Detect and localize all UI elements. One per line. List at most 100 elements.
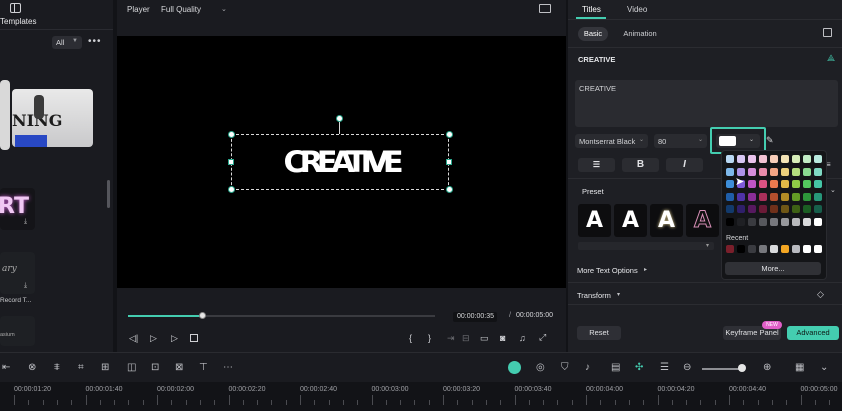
color-swatch[interactable] bbox=[803, 192, 811, 201]
resize-handle-tr[interactable] bbox=[446, 131, 453, 138]
ai-icon[interactable]: ⟁ bbox=[827, 53, 835, 64]
color-swatch[interactable] bbox=[781, 155, 789, 163]
trim-icon[interactable]: ⊞ bbox=[101, 363, 109, 373]
reset-button[interactable]: Reset bbox=[577, 326, 621, 340]
color-swatch[interactable] bbox=[770, 155, 778, 163]
link-icon[interactable]: ⊗ bbox=[28, 363, 36, 373]
color-swatch[interactable] bbox=[792, 217, 800, 226]
playhead-knob[interactable] bbox=[198, 312, 206, 319]
resize-handle-left[interactable] bbox=[228, 159, 234, 165]
mask-icon[interactable]: ⊠ bbox=[175, 363, 183, 373]
color-swatch[interactable] bbox=[748, 180, 756, 188]
more-colors-button[interactable]: More... bbox=[725, 262, 821, 275]
template-thumbnail[interactable]: RT ⤓ bbox=[0, 188, 35, 230]
color-swatch[interactable] bbox=[770, 205, 778, 213]
scrollbar[interactable] bbox=[107, 180, 110, 208]
color-swatch[interactable] bbox=[814, 155, 822, 163]
play-icon[interactable]: ▷ bbox=[171, 333, 178, 344]
display-icon[interactable]: ▭ bbox=[480, 333, 489, 344]
zoom-slider-knob[interactable] bbox=[738, 364, 746, 372]
color-swatch[interactable] bbox=[759, 167, 767, 176]
snap-icon[interactable]: ✣ bbox=[635, 363, 643, 373]
mark-in-icon[interactable]: { bbox=[409, 333, 412, 343]
italic-button[interactable]: I bbox=[666, 158, 703, 172]
color-swatch[interactable] bbox=[792, 205, 800, 213]
timeline-ruler[interactable]: 00:00:01:20 00:00:01:40 00:00:02:00 00:00:0… bbox=[0, 382, 842, 411]
color-swatch[interactable] bbox=[803, 155, 811, 163]
fullscreen-icon[interactable]: ⤢ bbox=[539, 332, 546, 343]
templates-icon[interactable] bbox=[10, 3, 21, 13]
color-swatch[interactable] bbox=[814, 192, 822, 201]
keyframe-diamond-icon[interactable]: ◇ bbox=[817, 289, 824, 300]
stop-icon[interactable] bbox=[190, 334, 198, 342]
resize-handle-tl[interactable] bbox=[228, 131, 235, 138]
recent-color-swatch[interactable] bbox=[748, 245, 756, 253]
preset-tile-pink[interactable]: A bbox=[686, 204, 719, 237]
camera-icon[interactable]: ◙ bbox=[500, 333, 505, 343]
render-icon[interactable]: ◎ bbox=[536, 363, 545, 373]
color-swatch[interactable] bbox=[726, 180, 734, 188]
speed-icon[interactable]: ⊡ bbox=[151, 363, 159, 373]
subtab-basic[interactable]: Basic bbox=[578, 27, 608, 41]
color-swatch[interactable] bbox=[759, 192, 767, 201]
prev-frame-icon[interactable]: ◁| bbox=[129, 333, 138, 344]
text-content-input[interactable]: CREATIVE bbox=[575, 80, 838, 127]
chevron-down-icon[interactable]: ⌄ bbox=[221, 5, 227, 13]
color-swatch[interactable] bbox=[803, 180, 811, 188]
resize-handle-right[interactable] bbox=[446, 159, 452, 165]
tab-video[interactable]: Video bbox=[627, 5, 647, 14]
chevron-down-icon[interactable]: ⌄ bbox=[830, 186, 836, 194]
color-swatch[interactable] bbox=[759, 205, 767, 213]
recent-color-swatch[interactable] bbox=[759, 245, 767, 253]
voiceover-icon[interactable]: ▤ bbox=[611, 363, 620, 373]
audio-icon[interactable]: ♫ bbox=[519, 333, 526, 343]
bold-button[interactable]: B bbox=[622, 158, 659, 172]
resize-handle-br[interactable] bbox=[446, 186, 453, 193]
adjust-icon[interactable]: ⩨ bbox=[54, 363, 60, 373]
color-swatch[interactable] bbox=[770, 180, 778, 188]
color-swatch[interactable] bbox=[792, 192, 800, 201]
preset-scroll[interactable] bbox=[578, 242, 714, 250]
marker-icon[interactable]: ⊟ bbox=[462, 333, 470, 344]
zoom-out-icon[interactable]: ⊖ bbox=[683, 363, 691, 373]
color-swatch[interactable] bbox=[748, 167, 756, 176]
split-icon[interactable]: ⇤ bbox=[2, 363, 10, 373]
subtab-animation[interactable]: Animation bbox=[618, 27, 662, 41]
color-swatch[interactable] bbox=[781, 167, 789, 176]
color-swatch[interactable] bbox=[726, 167, 734, 176]
color-swatch[interactable] bbox=[814, 180, 822, 188]
resize-handle-bl[interactable] bbox=[228, 186, 235, 193]
advanced-button[interactable]: Advanced bbox=[787, 326, 839, 340]
color-swatch[interactable] bbox=[803, 205, 811, 213]
color-swatch[interactable] bbox=[748, 192, 756, 201]
preset-tile-outline[interactable]: A bbox=[614, 204, 647, 237]
color-swatch[interactable] bbox=[726, 192, 734, 201]
color-swatch[interactable] bbox=[726, 155, 734, 163]
color-swatch[interactable] bbox=[748, 155, 756, 163]
mark-out-icon[interactable]: } bbox=[428, 333, 431, 343]
zoom-in-icon[interactable]: ⊕ bbox=[763, 363, 771, 373]
selection-box[interactable] bbox=[231, 134, 449, 190]
preset-tile-glow[interactable]: A bbox=[650, 204, 683, 237]
snapshot-icon[interactable] bbox=[539, 4, 551, 13]
color-swatch[interactable] bbox=[814, 205, 822, 213]
template-thumbnail[interactable]: asium bbox=[0, 316, 35, 346]
download-icon[interactable]: ⤓ bbox=[24, 282, 27, 290]
expand-icon[interactable]: ▸ bbox=[644, 266, 647, 273]
recent-color-swatch[interactable] bbox=[770, 245, 778, 253]
color-swatch[interactable] bbox=[737, 155, 745, 163]
color-swatch[interactable] bbox=[759, 155, 767, 163]
color-swatch[interactable] bbox=[770, 217, 778, 226]
recent-color-swatch[interactable] bbox=[726, 245, 734, 253]
color-swatch[interactable] bbox=[748, 217, 756, 226]
color-swatch[interactable] bbox=[759, 217, 767, 226]
recent-color-swatch[interactable] bbox=[814, 245, 822, 253]
color-swatch[interactable] bbox=[792, 167, 800, 176]
more-options-icon[interactable]: ••• bbox=[88, 36, 102, 47]
current-time[interactable]: 00:00:00:35 bbox=[453, 312, 497, 322]
color-swatch[interactable] bbox=[803, 167, 811, 176]
freeze-icon[interactable]: ◫ bbox=[127, 363, 136, 373]
color-swatch[interactable] bbox=[781, 180, 789, 188]
insert-icon[interactable]: ⇥ bbox=[447, 333, 455, 344]
rotate-handle[interactable] bbox=[336, 115, 343, 122]
